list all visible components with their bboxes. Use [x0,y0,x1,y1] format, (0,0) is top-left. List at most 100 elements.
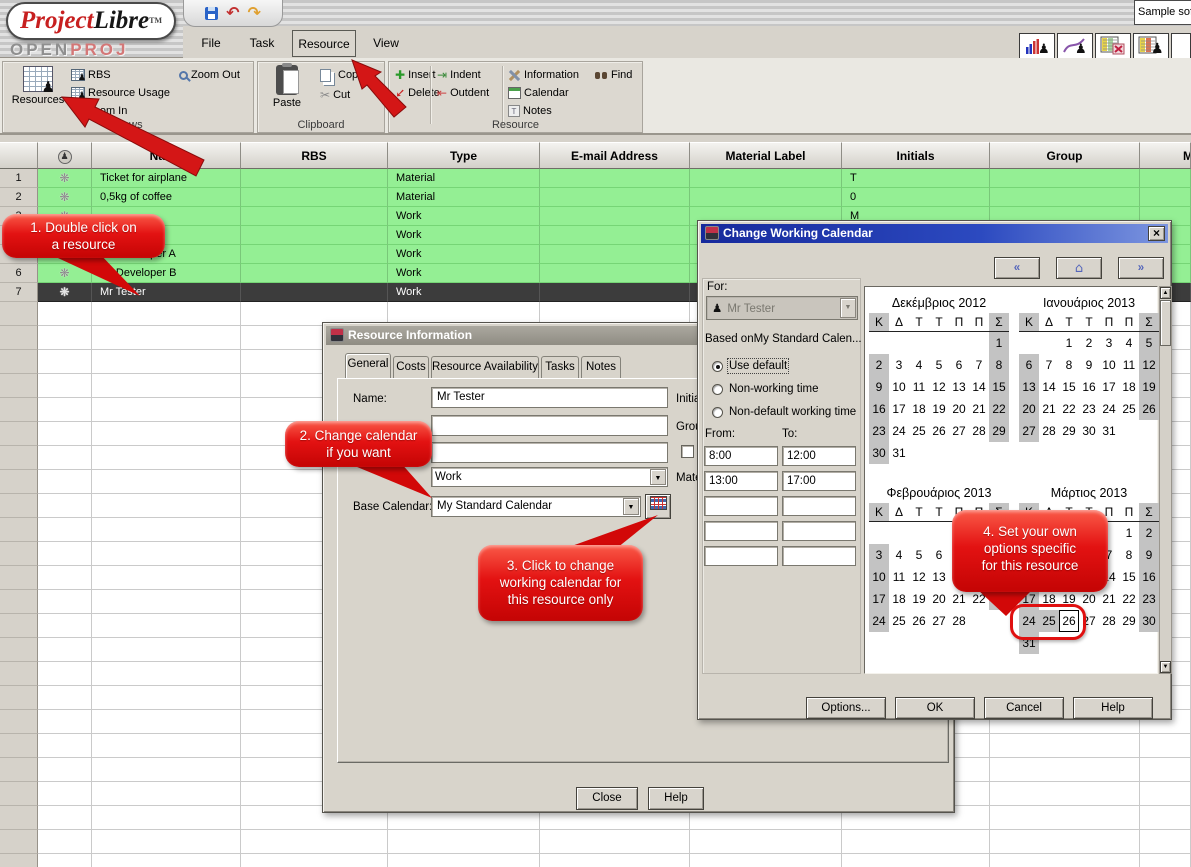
day-cell[interactable]: 2 [1139,522,1159,544]
day-cell[interactable]: 11 [909,376,929,398]
chevron-down-icon[interactable]: ▼ [623,498,639,515]
prev-month-button[interactable]: « [994,257,1040,279]
day-cell[interactable]: 1 [989,332,1009,354]
day-cell[interactable]: 26 [1139,398,1159,420]
day-cell[interactable]: 18 [1119,376,1139,398]
to-time-input[interactable] [782,546,856,566]
indent-button[interactable]: ⇥Indent [437,67,481,83]
to-time-input[interactable] [782,496,856,516]
calendar-scrollbar[interactable]: ▲ ▼ [1159,286,1172,674]
day-cell[interactable]: 26 [929,420,949,442]
tab-general[interactable]: General [345,353,391,378]
column-header-type[interactable]: Type [388,142,540,169]
next-month-button[interactable]: » [1118,257,1164,279]
day-cell[interactable]: 4 [909,354,929,376]
day-cell[interactable]: 25 [909,420,929,442]
day-cell[interactable]: 10 [889,376,909,398]
to-time-input[interactable] [782,521,856,541]
tab-notes[interactable]: Notes [581,356,621,378]
day-cell[interactable]: 23 [1079,398,1099,420]
column-header-initials[interactable]: Initials [842,142,990,169]
delete-button[interactable]: ➘Delete [395,85,440,101]
day-cell[interactable]: 15 [989,376,1009,398]
copy-button[interactable]: Copy [320,67,364,83]
tab-resource-availability[interactable]: Resource Availability [431,356,539,378]
calendar-button[interactable]: Calendar [508,85,569,101]
from-time-input[interactable] [704,546,778,566]
day-cell[interactable]: 3 [869,544,889,566]
day-cell[interactable]: 20 [1019,398,1039,420]
day-cell[interactable]: 28 [969,420,989,442]
radio-use-default[interactable]: Use default [712,359,787,373]
chevron-down-icon[interactable]: ▼ [650,469,666,485]
from-time-input[interactable]: 8:00 [704,446,778,466]
day-cell[interactable]: 12 [1139,354,1159,376]
day-cell[interactable]: 6 [1019,354,1039,376]
calendar-dialog-titlebar[interactable]: Change Working Calendar [701,224,1168,243]
day-cell[interactable]: 9 [1079,354,1099,376]
day-cell[interactable]: 18 [889,588,909,610]
day-cell[interactable]: 8 [1059,354,1079,376]
day-cell[interactable]: 28 [1099,610,1119,632]
day-cell[interactable]: 27 [949,420,969,442]
day-cell[interactable]: 30 [1139,610,1159,632]
help-button[interactable]: Help [648,787,704,810]
day-cell[interactable]: 16 [869,398,889,420]
day-cell[interactable]: 28 [949,610,969,632]
column-header-partial[interactable]: M [1140,142,1191,169]
to-time-input[interactable]: 12:00 [782,446,856,466]
day-cell[interactable]: 27 [929,610,949,632]
day-cell[interactable]: 20 [949,398,969,420]
scroll-up-icon[interactable]: ▲ [1160,287,1171,299]
day-cell[interactable]: 1 [1119,522,1139,544]
outdent-button[interactable]: ⇤Outdent [437,85,489,101]
day-cell[interactable]: 10 [869,566,889,588]
email-field[interactable] [431,415,668,436]
menu-tab-file[interactable]: File [188,30,234,57]
day-cell[interactable]: 12 [929,376,949,398]
undo-icon[interactable]: ↶ [226,6,239,20]
day-cell[interactable]: 24 [869,610,889,632]
row-number-header[interactable] [0,142,38,169]
find-button[interactable]: Find [594,67,632,83]
day-cell[interactable]: 17 [1099,376,1119,398]
scrollbar-thumb[interactable] [1160,300,1171,346]
day-cell[interactable]: 6 [949,354,969,376]
day-cell[interactable]: 5 [909,544,929,566]
day-cell[interactable]: 8 [1119,544,1139,566]
day-cell[interactable]: 25 [1119,398,1139,420]
day-cell[interactable]: 19 [909,588,929,610]
column-header-rbs[interactable]: RBS [241,142,388,169]
day-cell[interactable]: 22 [1119,588,1139,610]
day-cell[interactable]: 15 [1059,376,1079,398]
day-cell[interactable]: 30 [1079,420,1099,442]
day-cell[interactable]: 2 [1079,332,1099,354]
tab-costs[interactable]: Costs [393,356,429,378]
menu-tab-view[interactable]: View [362,30,410,57]
day-cell[interactable]: 10 [1099,354,1119,376]
day-cell[interactable]: 14 [969,376,989,398]
from-time-input[interactable] [704,496,778,516]
tab-tasks[interactable]: Tasks [541,356,579,378]
chevron-down-icon[interactable]: ▼ [840,298,856,318]
information-button[interactable]: Information [508,67,579,83]
rbs-button[interactable]: ♟RBS [71,67,111,83]
day-cell[interactable]: 9 [1139,544,1159,566]
day-cell[interactable]: 8 [989,354,1009,376]
day-cell[interactable]: 11 [889,566,909,588]
day-cell[interactable]: 19 [929,398,949,420]
day-cell[interactable]: 29 [989,420,1009,442]
day-cell[interactable]: 26 [909,610,929,632]
day-cell[interactable]: 7 [969,354,989,376]
table-resource-view-button[interactable]: ♟ [1133,33,1169,59]
table-close-view-button[interactable] [1095,33,1131,59]
day-cell[interactable]: 11 [1119,354,1139,376]
column-header-material-label[interactable]: Material Label [690,142,842,169]
close-button[interactable]: Close [576,787,638,810]
day-cell[interactable]: 12 [909,566,929,588]
cut-button[interactable]: ✂Cut [320,87,350,103]
day-cell[interactable]: 17 [889,398,909,420]
day-cell[interactable]: 16 [1079,376,1099,398]
day-cell[interactable]: 28 [1039,420,1059,442]
zoom-in-button[interactable]: Zoom In [87,103,127,119]
